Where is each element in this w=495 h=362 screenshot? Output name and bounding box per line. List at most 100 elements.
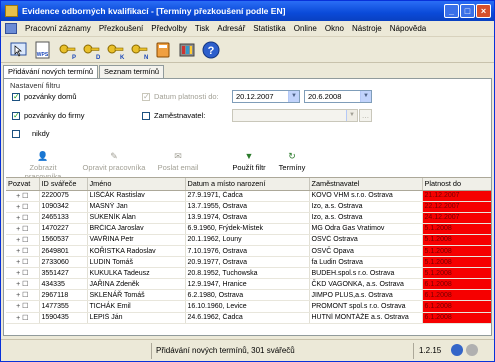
tab-seznam[interactable]: Seznam termínů <box>99 65 165 78</box>
expand-icon[interactable]: + ☐ <box>6 223 40 235</box>
expand-icon[interactable]: + ☐ <box>6 212 40 224</box>
nikdy-checkbox[interactable] <box>12 130 20 138</box>
menu-bar: Pracovní záznamy Přezkoušení Předvolby T… <box>1 21 494 37</box>
archive-icon[interactable] <box>177 40 197 60</box>
app-icon <box>5 5 18 17</box>
table-row[interactable]: + ☐ 2220075 LIŠČÁK Rastislav 27.9.1971, Čad… <box>6 190 491 202</box>
opravit-button[interactable]: ✎ Opravit pracovníka <box>82 151 146 175</box>
status-divider <box>151 343 152 359</box>
expand-icon[interactable]: + ☐ <box>6 278 40 291</box>
menu-tisk[interactable]: Tisk <box>191 24 213 33</box>
column-header[interactable]: Datum a místo narození <box>185 178 310 191</box>
chevron-down-icon[interactable]: ▼ <box>360 91 371 102</box>
chevron-down-icon[interactable]: ▼ <box>288 91 299 102</box>
date-to-select[interactable]: 20.6.2008 ▼ <box>304 90 372 103</box>
svg-text:D: D <box>96 55 101 60</box>
menu-okno[interactable]: Okno <box>321 24 348 33</box>
refresh-icon: ↻ <box>288 151 296 161</box>
menu-nastroje[interactable]: Nástroje <box>348 24 386 33</box>
datum-platnosti-label: Datum platnosti do: <box>154 92 219 101</box>
table-row[interactable]: + ☐ 2649801 KOŘISTKA Radoslav 7.10.1976, Os… <box>6 245 491 258</box>
zamestnavatel-select[interactable]: ▼ <box>232 109 358 122</box>
table-row[interactable]: + ☐ 2465133 SÚKENÍK Alan 13.9.1974, Ostrava… <box>6 212 491 224</box>
menu-adresar[interactable]: Adresář <box>213 24 249 33</box>
poslat-email-button[interactable]: ✉ Poslat email <box>152 151 204 175</box>
pointer-icon[interactable] <box>9 40 29 60</box>
table-row[interactable]: + ☐ 2733060 LUDIN Tomáš 20.9.1977, Ostrava f… <box>6 256 491 269</box>
mail-icon: ✉ <box>174 151 182 161</box>
menu-pracovni-zaznamy[interactable]: Pracovní záznamy <box>21 24 95 33</box>
key-k-icon[interactable]: K <box>105 40 125 60</box>
tab-panel: Nastavení filtru ✓ pozvánky domů ✓ Datum… <box>3 78 492 336</box>
column-header[interactable]: Jméno <box>87 178 186 191</box>
pencil-icon: ✎ <box>110 151 118 161</box>
wps-icon[interactable]: WPS <box>33 40 53 60</box>
grid-header: Pozvat ID svářeče Jméno Datum a místo na… <box>6 178 491 191</box>
pozvanky-firmy-label: pozvánky do firmy <box>24 111 85 120</box>
table-row[interactable]: + ☐ 1470227 BRČICA Jaroslav 6.9.1960, Frýde… <box>6 223 491 235</box>
action-bar: 👤 Zobrazit pracovníka ✎ Opravit pracovní… <box>6 151 491 181</box>
chevron-down-icon[interactable]: ▼ <box>346 110 357 121</box>
expand-icon[interactable]: + ☐ <box>6 234 40 246</box>
expand-icon[interactable]: + ☐ <box>6 289 40 302</box>
expand-icon[interactable]: + ☐ <box>6 201 40 213</box>
expand-icon[interactable]: + ☐ <box>6 312 40 324</box>
key-d-icon[interactable]: D <box>81 40 101 60</box>
date-from-select[interactable]: 20.12.2007 ▼ <box>232 90 300 103</box>
key-p-icon[interactable]: P <box>57 40 77 60</box>
expand-icon[interactable]: + ☐ <box>6 190 40 202</box>
nikdy-label: nikdy <box>32 129 50 138</box>
pozvanky-firmy-checkbox[interactable]: ✓ <box>12 112 20 120</box>
terminy-button[interactable]: ↻ Termíny <box>274 151 310 175</box>
pozvanky-domu-label: pozvánky domů <box>24 92 77 101</box>
table-row[interactable]: + ☐ 1590435 LEPIŠ Ján 24.6.1962, Čadca HUTNÍ… <box>6 312 491 324</box>
minimize-button[interactable]: _ <box>444 4 459 18</box>
expand-icon[interactable]: + ☐ <box>6 256 40 269</box>
column-header[interactable]: Zaměstnavatel <box>309 178 423 191</box>
document-icon[interactable] <box>5 23 17 34</box>
expand-icon[interactable]: + ☐ <box>6 300 40 313</box>
book-icon[interactable] <box>153 40 173 60</box>
zamestnavatel-checkbox[interactable] <box>142 112 150 120</box>
table-row[interactable]: + ☐ 2967118 SKLENÁŘ Tomáš 6.2.1980, Ostrava… <box>6 289 491 302</box>
zamestnavatel-label: Zaměstnavatel: <box>154 111 206 120</box>
menu-prezkouseni[interactable]: Přezkoušení <box>95 24 147 33</box>
main-window: Evidence odborných kvalifikací - [Termín… <box>0 0 495 362</box>
expand-icon[interactable]: + ☐ <box>6 245 40 258</box>
column-header[interactable]: Platnost do <box>422 178 491 191</box>
version-label: 1.2.15 <box>419 346 442 355</box>
menu-statistika[interactable]: Statistika <box>249 24 289 33</box>
window-title: Evidence odborných kvalifikací - [Termín… <box>22 6 286 16</box>
help-icon[interactable]: ? <box>201 40 221 60</box>
more-button[interactable]: … <box>359 109 372 122</box>
column-header[interactable]: Pozvat <box>6 178 40 191</box>
menu-predvolby[interactable]: Předvolby <box>147 24 191 33</box>
svg-text:N: N <box>144 55 148 60</box>
person-icon: 👤 <box>37 151 49 161</box>
title-bar[interactable]: Evidence odborných kvalifikací - [Termín… <box>1 1 494 21</box>
table-row[interactable]: + ☐ 434335 JAŘINA Zdeněk 12.9.1947, Hranice… <box>6 278 491 291</box>
table-row[interactable]: + ☐ 1560537 VAVŘINA Petr 20.1.1962, Louny OS… <box>6 234 491 246</box>
table-row[interactable]: + ☐ 3551427 KUKULKA Tadeusz 20.8.1952, Tuch… <box>6 267 491 280</box>
maximize-button[interactable]: □ <box>460 4 475 18</box>
grid-table: Pozvat ID svářeče Jméno Datum a místo na… <box>6 178 491 324</box>
menu-online[interactable]: Online <box>290 24 321 33</box>
column-header[interactable]: ID svářeče <box>39 178 88 191</box>
menu-napoveda[interactable]: Nápověda <box>386 24 430 33</box>
key-n-icon[interactable]: N <box>129 40 149 60</box>
svg-text:K: K <box>120 55 125 60</box>
expand-icon[interactable]: + ☐ <box>6 267 40 280</box>
status-text: Přidávání nových termínů, 301 svářečů <box>156 346 295 355</box>
close-button[interactable]: × <box>476 4 491 18</box>
filter-icon: ▼ <box>244 151 254 161</box>
pouzit-filtr-button[interactable]: ▼ Použít filtr <box>228 151 270 175</box>
toolbar: WPS P D K N ? <box>1 37 494 63</box>
table-row[interactable]: + ☐ 1090342 MASNÝ Jan 13.7.1955, Ostrava Izo… <box>6 201 491 213</box>
pozvanky-domu-checkbox[interactable]: ✓ <box>12 93 20 101</box>
svg-text:P: P <box>72 55 76 60</box>
welders-grid: Pozvat ID svářeče Jméno Datum a místo na… <box>6 177 491 335</box>
zobrazit-button[interactable]: 👤 Zobrazit pracovníka <box>12 151 74 181</box>
tab-pridavani[interactable]: Přidávání nových termínů <box>3 65 99 78</box>
table-row[interactable]: + ☐ 1477355 TICHÁK Emil 16.10.1960, Levice P… <box>6 300 491 313</box>
datum-platnosti-checkbox[interactable]: ✓ <box>142 93 150 101</box>
